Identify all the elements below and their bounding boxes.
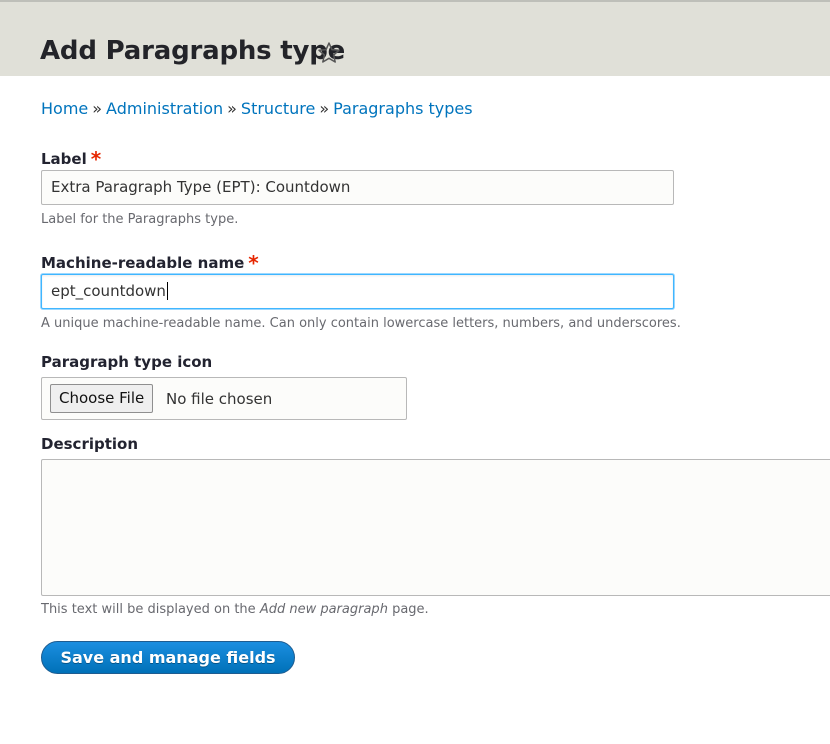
machine-name-field-label: Machine-readable name * (41, 249, 259, 275)
description-help-suffix: page. (387, 602, 429, 617)
description-help-emphasis: Add new paragraph (259, 602, 388, 617)
label-input[interactable]: Extra Paragraph Type (EPT): Countdown (41, 170, 674, 205)
required-marker: * (90, 147, 102, 171)
breadcrumb: Home» Administration» Structure» Paragraphs… (41, 99, 473, 118)
description-textarea[interactable] (41, 459, 830, 596)
breadcrumb-link-paragraphs-types[interactable]: Paragraphs types (333, 99, 472, 118)
page-header: Add Paragraphs type (0, 0, 830, 76)
text-caret (166, 281, 168, 300)
breadcrumb-separator: » (92, 99, 103, 118)
file-status-text: No file chosen (166, 390, 273, 408)
machine-name-input-value: ept_countdown (51, 282, 166, 300)
label-field-label-text: Label (41, 150, 87, 168)
breadcrumb-separator: » (227, 99, 237, 118)
machine-name-input[interactable]: ept_countdown (41, 274, 674, 309)
choose-file-button[interactable]: Choose File (50, 384, 154, 413)
description-field-label: Description (41, 435, 139, 453)
label-input-value: Extra Paragraph Type (EPT): Countdown (51, 178, 351, 196)
icon-field-label: Paragraph type icon (41, 353, 213, 371)
required-marker: * (248, 251, 259, 275)
machine-name-field-label-text: Machine-readable name (41, 254, 245, 272)
star-icon[interactable] (317, 41, 341, 65)
save-and-manage-fields-button[interactable]: Save and manage fields (41, 641, 295, 674)
description-help-prefix: This text will be displayed on the (41, 602, 260, 617)
breadcrumb-link-administration[interactable]: Administration (106, 99, 223, 118)
breadcrumb-link-home[interactable]: Home (41, 99, 88, 118)
icon-file-input[interactable]: Choose File No file chosen (41, 377, 407, 420)
machine-name-field-description: A unique machine-readable name. Can only… (41, 316, 681, 331)
breadcrumb-link-structure[interactable]: Structure (241, 99, 315, 118)
description-field-help: This text will be displayed on the Add n… (41, 602, 429, 617)
label-field-label: Label * (41, 145, 102, 171)
page-title: Add Paragraphs type (40, 36, 346, 66)
breadcrumb-separator: » (319, 99, 330, 118)
label-field-description: Label for the Paragraphs type. (41, 212, 239, 227)
